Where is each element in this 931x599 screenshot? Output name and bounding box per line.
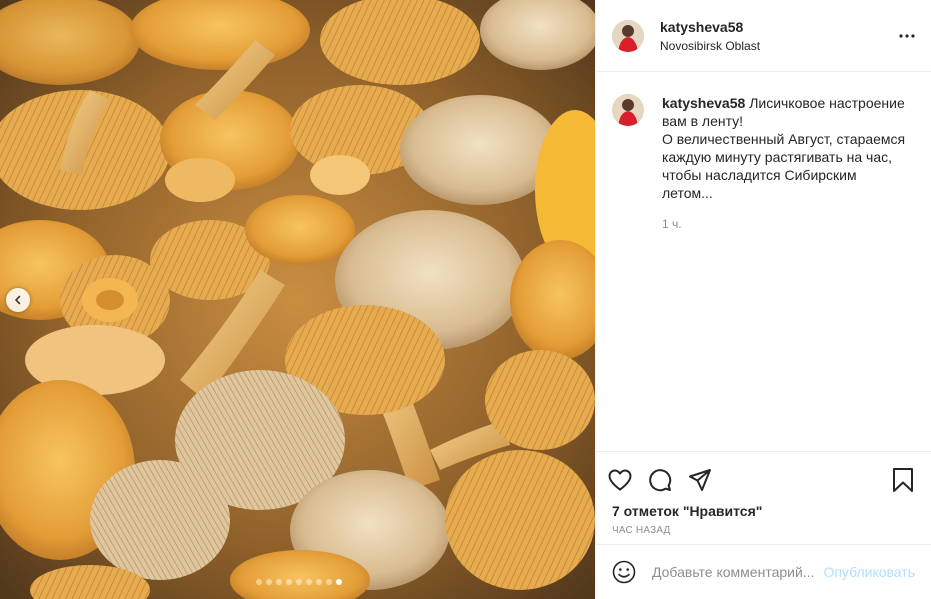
- avatar-image: [612, 94, 644, 126]
- post-photo[interactable]: [0, 0, 595, 599]
- chanterelle-mushrooms-image: [0, 0, 595, 599]
- more-options-button[interactable]: [895, 24, 919, 48]
- carousel-dot: [275, 579, 282, 585]
- header-location[interactable]: Novosibirsk Oblast: [660, 38, 895, 54]
- avatar[interactable]: [612, 19, 644, 52]
- save-button[interactable]: [891, 466, 915, 494]
- carousel-dot: [295, 579, 302, 585]
- heart-icon: [608, 469, 632, 491]
- publish-button[interactable]: Опубликовать: [823, 564, 915, 580]
- post-timestamp[interactable]: ЧАС НАЗАД: [596, 520, 931, 544]
- caption-line-6: летом...: [662, 185, 713, 201]
- share-button[interactable]: [688, 464, 728, 496]
- header-username[interactable]: katysheva58: [660, 18, 895, 36]
- bookmark-icon: [893, 468, 913, 492]
- emoji-button[interactable]: [612, 560, 636, 584]
- caption-comment: katysheva58 Лисичковое настроение вам в …: [612, 94, 915, 233]
- carousel-prev-button[interactable]: [6, 288, 30, 312]
- caption-line-4: каждую минуту растягивать на час,: [662, 149, 893, 165]
- caption-username[interactable]: katysheva58: [662, 95, 745, 111]
- comment-input[interactable]: [652, 564, 824, 580]
- caption-line-5: чтобы насладится Сибирским: [662, 167, 857, 183]
- likes-count[interactable]: 7 отметок "Нравится": [596, 498, 931, 520]
- add-comment-bar: Опубликовать: [596, 544, 931, 599]
- carousel-dot: [285, 579, 292, 585]
- carousel-dot: [255, 579, 262, 585]
- comments-section: katysheva58 Лисичковое настроение вам в …: [596, 72, 931, 452]
- caption-line-1: Лисичковое настроение: [749, 95, 905, 111]
- caption-text: katysheva58 Лисичковое настроение вам в …: [662, 94, 915, 233]
- more-horizontal-icon: [899, 33, 915, 38]
- comment-bubble-icon: [649, 469, 672, 492]
- carousel-dot: [315, 579, 322, 585]
- carousel-dot: [265, 579, 272, 585]
- post-header-text: katysheva58 Novosibirsk Oblast: [660, 18, 895, 54]
- emoji-smile-icon: [612, 560, 636, 584]
- caption-first-line: katysheva58 Лисичковое настроение: [662, 94, 915, 112]
- post-header: katysheva58 Novosibirsk Oblast: [596, 0, 931, 72]
- post-modal: katysheva58 Novosibirsk Oblast katysheva…: [0, 0, 931, 599]
- avatar-image: [612, 19, 644, 52]
- caption-time[interactable]: 1 ч.: [662, 215, 915, 233]
- action-bar: [596, 452, 931, 498]
- paper-plane-icon: [689, 469, 711, 491]
- carousel-dot: [305, 579, 312, 585]
- caption-avatar[interactable]: [612, 94, 644, 126]
- comment-button[interactable]: [648, 464, 688, 496]
- post-side-panel: katysheva58 Novosibirsk Oblast katysheva…: [595, 0, 931, 599]
- carousel-indicator: [0, 579, 595, 585]
- caption-line-3: О величественный Август, стараемся: [662, 131, 906, 147]
- carousel-dot: [335, 579, 342, 585]
- chevron-left-icon: [15, 295, 21, 305]
- caption-line-2: вам в ленту!: [662, 113, 744, 129]
- carousel-dot: [325, 579, 332, 585]
- like-button[interactable]: [608, 464, 648, 496]
